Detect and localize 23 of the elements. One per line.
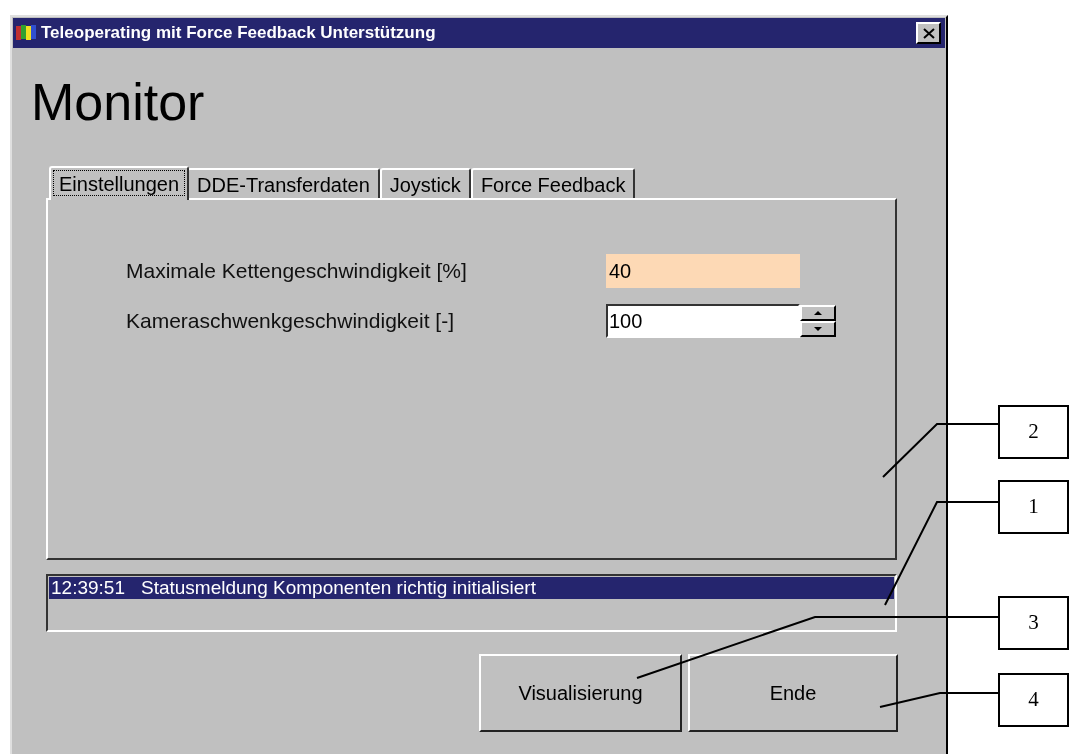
spinner-buttons[interactable] bbox=[800, 305, 836, 337]
tab[interactable]: DDE-Transferdaten bbox=[187, 168, 380, 198]
callout-label: 4 bbox=[998, 673, 1069, 727]
tab[interactable]: Force Feedback bbox=[470, 168, 636, 198]
push-button[interactable]: Ende bbox=[688, 654, 898, 732]
push-button[interactable]: Visualisierung bbox=[479, 654, 682, 732]
callout-label: 2 bbox=[998, 405, 1069, 459]
input-field[interactable]: 40 bbox=[606, 254, 800, 288]
close-icon bbox=[922, 27, 935, 39]
tab[interactable]: Einstellungen bbox=[49, 166, 190, 200]
app-icon bbox=[15, 23, 37, 43]
window-title: Teleoperating mit Force Feedback Unterstützung bbox=[41, 22, 436, 45]
page-heading: Monitor bbox=[31, 76, 206, 128]
field-label: Kameraschwenkgeschwindigkeit [-] bbox=[126, 308, 455, 335]
tab[interactable]: Joystick bbox=[379, 168, 471, 198]
field-label: Maximale Kettengeschwindigkeit [%] bbox=[126, 258, 468, 285]
callout-label: 3 bbox=[998, 596, 1069, 650]
input-field[interactable]: 100 bbox=[606, 304, 800, 338]
close-button[interactable] bbox=[916, 22, 941, 44]
callout-label: 1 bbox=[998, 480, 1069, 534]
status-message: Statusmeldung Komponenten richtig initialisiert bbox=[140, 575, 536, 600]
status-time: 12:39:51 bbox=[51, 575, 125, 600]
status-row[interactable]: 12:39:51 Statusmeldung Komponenten richtig initialisiert bbox=[49, 577, 894, 599]
